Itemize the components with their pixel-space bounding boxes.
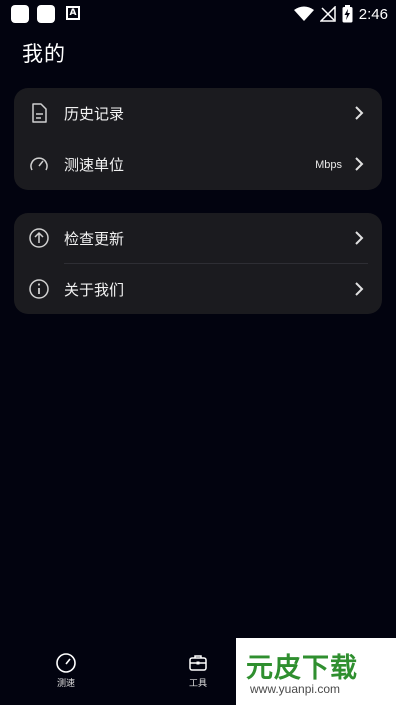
tab-speedtest-label: 测速 [56,679,75,689]
speedometer-icon [30,157,48,171]
tab-tools[interactable]: 工具 [168,652,228,689]
toolbox-icon [189,655,207,671]
chevron-right-icon [355,231,364,245]
speedometer-icon [56,653,76,673]
wifi-icon [293,6,314,21]
watermark-url: www.yuanpi.com [250,682,341,696]
document-icon [32,103,47,123]
history-row[interactable]: 历史记录 [14,88,382,139]
watermark-title: 元皮下载 [246,653,358,684]
speed-unit-value: Mbps [315,158,342,171]
speed-unit-row[interactable]: 测速单位 Mbps [14,139,382,190]
watermark: 元皮下载 www.yuanpi.com [236,638,396,705]
chevron-right-icon [355,106,364,120]
tab-speedtest[interactable]: 测速 [36,652,96,689]
notification-icon [37,5,55,23]
chevron-right-icon [355,282,364,296]
page-title: 我的 [22,42,66,66]
check-update-row[interactable]: 检查更新 [14,213,382,264]
status-right: 2:46 [293,4,388,24]
upload-icon [29,228,49,248]
status-bar: A 2:46 [0,0,396,28]
chevron-right-icon [355,157,364,171]
tab-tools-label: 工具 [188,679,207,689]
font-notification-icon: A [66,6,80,20]
clock: 2:46 [358,5,388,23]
history-label: 历史记录 [64,105,125,123]
battery-charging-icon [342,5,353,23]
notification-icon [11,5,29,23]
check-update-label: 检查更新 [64,230,125,248]
speed-unit-label: 测速单位 [64,156,125,174]
info-icon [29,279,49,299]
settings-card-2: 检查更新 关于我们 [14,213,382,314]
about-us-row[interactable]: 关于我们 [14,264,382,315]
settings-card-1: 历史记录 测速单位 Mbps [14,88,382,190]
no-signal-icon [319,6,336,22]
about-us-label: 关于我们 [64,281,125,299]
